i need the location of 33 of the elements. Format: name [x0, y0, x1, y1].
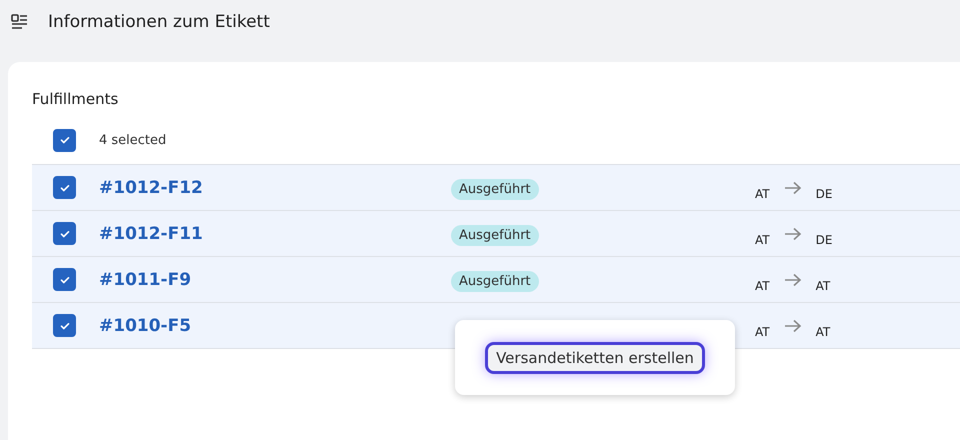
fulfillment-link[interactable]: #1012-F12 — [99, 178, 203, 198]
destination-country: DE — [816, 186, 832, 200]
fulfillment-row[interactable]: #1012-F12 Ausgeführt AT DE — [32, 165, 960, 211]
destination-country: AT — [816, 324, 830, 338]
fulfillment-row[interactable]: #1011-F9 Ausgeführt AT AT — [32, 257, 960, 303]
details-icon — [11, 14, 29, 30]
status-badge: Ausgeführt — [451, 179, 539, 200]
fulfillment-link[interactable]: #1011-F9 — [99, 270, 192, 290]
create-labels-button[interactable]: Versandetiketten erstellen — [485, 342, 705, 374]
arrow-right-icon — [784, 180, 802, 194]
page-title: Informationen zum Etikett — [48, 12, 270, 32]
origin-country: AT — [755, 278, 770, 292]
row-checkbox[interactable] — [53, 176, 76, 199]
origin-country: AT — [755, 324, 770, 338]
destination-country: AT — [816, 278, 830, 292]
card-title: Fulfillments — [32, 90, 120, 108]
select-all-checkbox[interactable] — [53, 128, 76, 152]
checkmark-icon — [58, 134, 70, 146]
row-checkbox[interactable] — [53, 314, 76, 337]
status-badge: Ausgeführt — [451, 225, 539, 246]
origin-country: AT — [755, 232, 770, 246]
row-checkbox[interactable] — [53, 268, 76, 291]
row-checkbox[interactable] — [53, 222, 76, 245]
fulfillment-link[interactable]: #1012-F11 — [99, 224, 203, 244]
fulfillment-link[interactable]: #1010-F5 — [99, 316, 192, 336]
arrow-right-icon — [784, 272, 802, 286]
fulfillment-row[interactable]: #1012-F11 Ausgeführt AT DE — [32, 211, 960, 257]
arrow-right-icon — [784, 226, 802, 240]
selection-count: 4 selected — [99, 132, 166, 148]
arrow-right-icon — [784, 318, 802, 332]
origin-country: AT — [755, 186, 770, 200]
status-badge: Ausgeführt — [451, 271, 539, 292]
destination-country: DE — [816, 232, 832, 246]
